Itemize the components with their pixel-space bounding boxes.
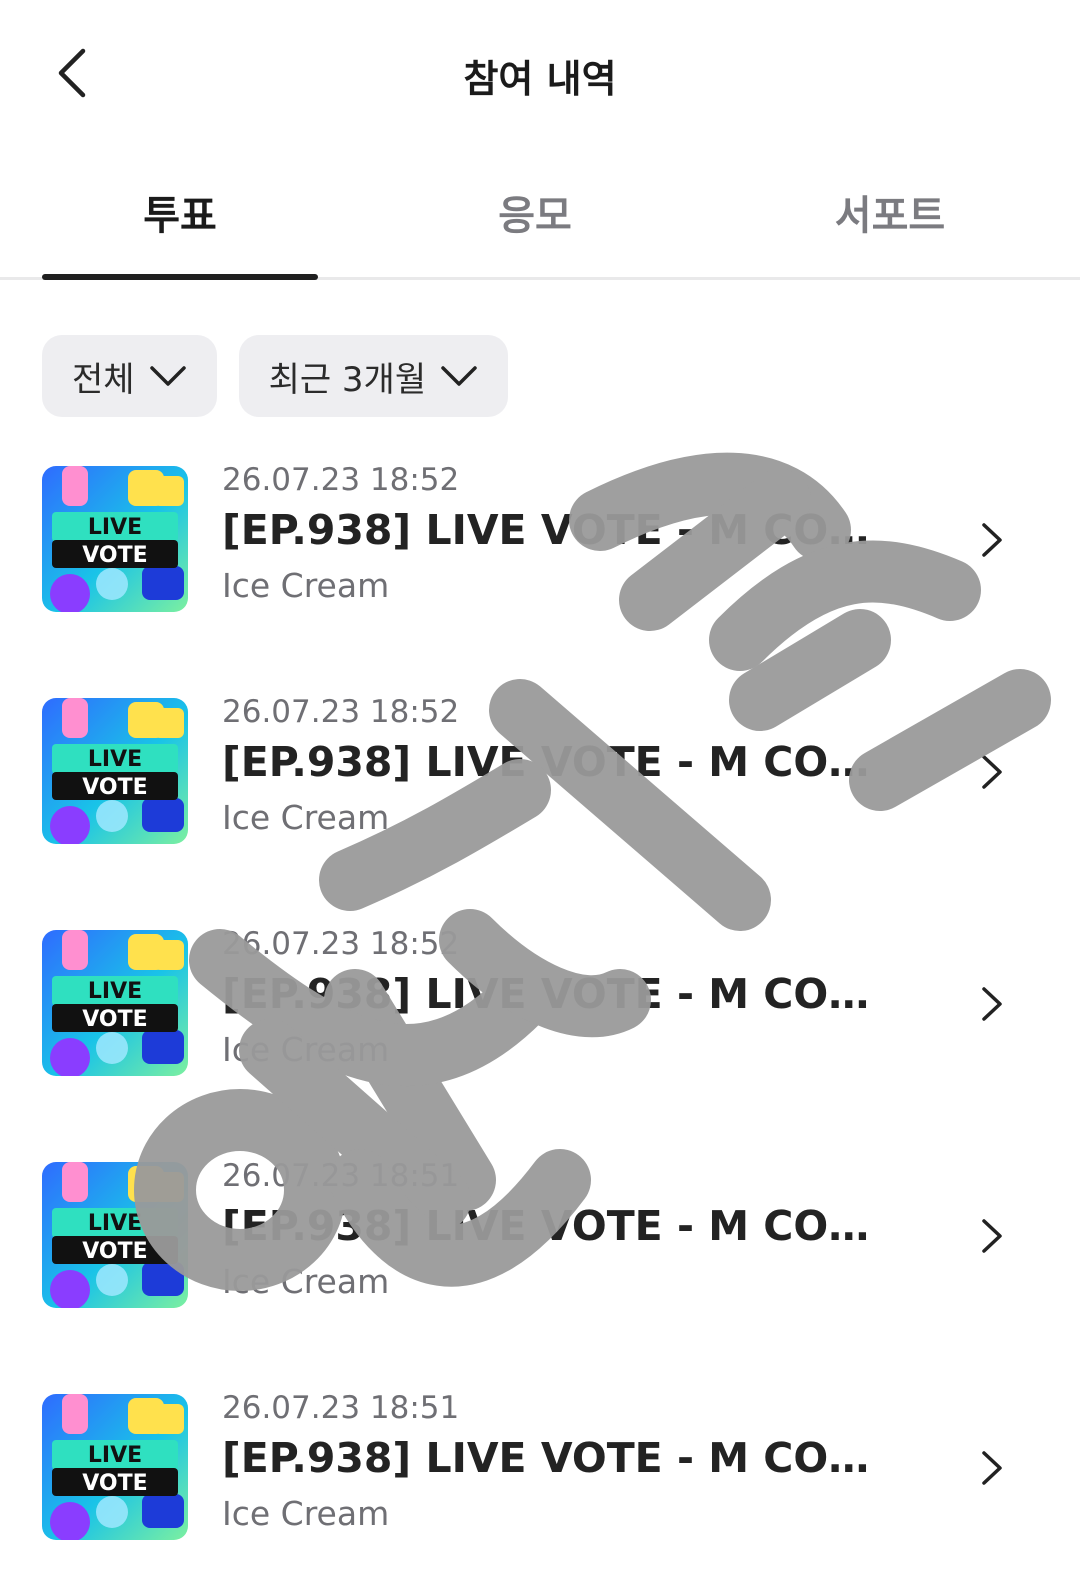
- item-title: [EP.938] LIVE VOTE - M COUNTD...: [222, 506, 902, 554]
- item-date: 26.07.23 18:51: [222, 1390, 460, 1426]
- list-item-4[interactable]: LIVE VOTE 26.07.23 18:51 [EP.938] LIVE V…: [0, 1136, 1080, 1368]
- thumbnail-text-vote: VOTE: [82, 543, 147, 568]
- item-meta: 26.07.23 18:52 [EP.938] LIVE VOTE - M CO…: [222, 924, 922, 1076]
- item-title: [EP.938] LIVE VOTE - M COUNTD...: [222, 738, 902, 786]
- thumbnail-text-vote: VOTE: [82, 1471, 147, 1496]
- header: 참여 내역: [0, 0, 1080, 150]
- filter-bar: 전체 최근 3개월: [42, 335, 509, 417]
- active-tab-indicator: [42, 274, 318, 280]
- filter-category-label: 전체: [72, 359, 135, 400]
- thumbnail-text-live: LIVE: [88, 1211, 142, 1236]
- thumbnail-text-live: LIVE: [88, 979, 142, 1004]
- chevron-right-icon: [976, 752, 1006, 792]
- item-artist: Ice Cream: [222, 566, 390, 605]
- item-title: [EP.938] LIVE VOTE - M COUNTD...: [222, 1202, 902, 1250]
- chevron-right-icon: [976, 1216, 1006, 1256]
- item-meta: 26.07.23 18:51 [EP.938] LIVE VOTE - M CO…: [222, 1156, 922, 1308]
- item-title: [EP.938] LIVE VOTE - M COUNTD...: [222, 1434, 902, 1482]
- event-thumbnail: LIVE VOTE: [42, 466, 188, 612]
- filter-period-dropdown[interactable]: 최근 3개월: [238, 335, 509, 417]
- vote-history-list: LIVE VOTE 26.07.23 18:52 [EP.938] LIVE V…: [0, 440, 1080, 1586]
- item-date: 26.07.23 18:52: [222, 694, 460, 730]
- list-item-1[interactable]: LIVE VOTE 26.07.23 18:52 [EP.938] LIVE V…: [0, 440, 1080, 672]
- list-item-5[interactable]: LIVE VOTE 26.07.23 18:51 [EP.938] LIVE V…: [0, 1368, 1080, 1586]
- chevron-right-icon: [976, 1448, 1006, 1488]
- list-item-2[interactable]: LIVE VOTE 26.07.23 18:52 [EP.938] LIVE V…: [0, 672, 1080, 904]
- thumbnail-text-vote: VOTE: [82, 775, 147, 800]
- item-artist: Ice Cream: [222, 798, 390, 837]
- item-artist: Ice Cream: [222, 1030, 390, 1069]
- thumbnail-text-live: LIVE: [88, 747, 142, 772]
- list-item-3[interactable]: LIVE VOTE 26.07.23 18:52 [EP.938] LIVE V…: [0, 904, 1080, 1136]
- thumbnail-text-vote: VOTE: [82, 1007, 147, 1032]
- thumbnail-text-vote: VOTE: [82, 1239, 147, 1264]
- chevron-right-icon: [976, 520, 1006, 560]
- item-title: [EP.938] LIVE VOTE - M COUNTD...: [222, 970, 902, 1018]
- chevron-down-icon: [149, 364, 187, 388]
- event-thumbnail: LIVE VOTE: [42, 1162, 188, 1308]
- event-thumbnail: LIVE VOTE: [42, 698, 188, 844]
- page-title: 참여 내역: [463, 57, 617, 101]
- event-thumbnail: LIVE VOTE: [42, 1394, 188, 1540]
- event-thumbnail: LIVE VOTE: [42, 930, 188, 1076]
- item-meta: 26.07.23 18:52 [EP.938] LIVE VOTE - M CO…: [222, 692, 922, 844]
- item-artist: Ice Cream: [222, 1494, 390, 1533]
- thumbnail-text-live: LIVE: [88, 1443, 142, 1468]
- item-meta: 26.07.23 18:52 [EP.938] LIVE VOTE - M CO…: [222, 460, 922, 612]
- item-date: 26.07.23 18:52: [222, 926, 460, 962]
- item-artist: Ice Cream: [222, 1262, 390, 1301]
- tab-entry[interactable]: 응모: [355, 183, 715, 241]
- tab-vote[interactable]: 투표: [0, 183, 360, 241]
- participation-history-screen: 참여 내역 투표 응모 서포트 전체 최근 3개월 LIVE VOTE 26.0…: [0, 0, 1080, 1586]
- tab-support[interactable]: 서포트: [710, 183, 1070, 241]
- tab-bar: 투표 응모 서포트: [0, 165, 1080, 280]
- chevron-down-icon: [440, 364, 478, 388]
- item-date: 26.07.23 18:52: [222, 462, 460, 498]
- item-meta: 26.07.23 18:51 [EP.938] LIVE VOTE - M CO…: [222, 1388, 922, 1540]
- filter-category-dropdown[interactable]: 전체: [42, 335, 217, 417]
- thumbnail-text-live: LIVE: [88, 515, 142, 540]
- chevron-right-icon: [976, 984, 1006, 1024]
- item-date: 26.07.23 18:51: [222, 1158, 460, 1194]
- filter-period-label: 최근 3개월: [268, 359, 427, 400]
